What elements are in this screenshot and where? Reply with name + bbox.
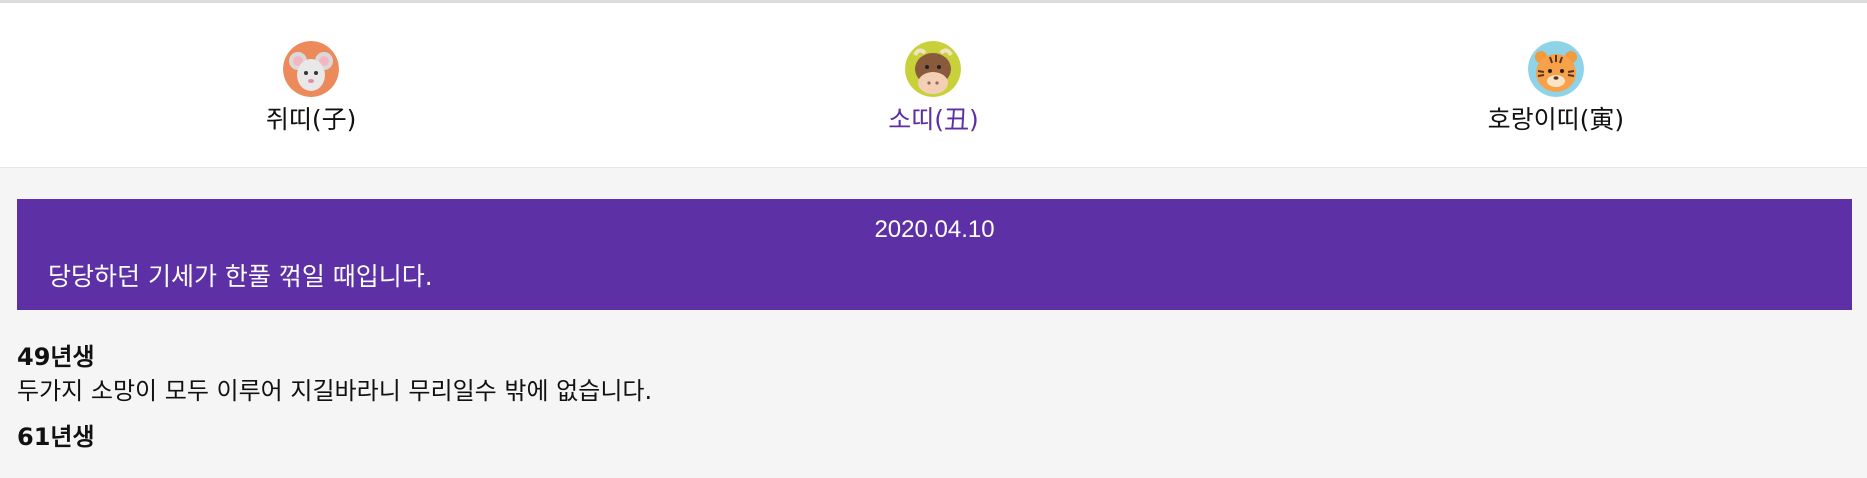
tab-ox[interactable]: 소띠(丑) xyxy=(622,3,1244,135)
tab-label-rat: 쥐띠(子) xyxy=(265,105,357,134)
rat-icon xyxy=(283,41,340,97)
zodiac-tab-bar: 쥐띠(子) 소띠(丑) 호랑이띠(寅) xyxy=(0,3,1867,168)
fortune-date: 2020.04.10 xyxy=(874,216,995,243)
entry-year: 61년생 xyxy=(17,423,95,451)
year-fortune-list: 49년생 두가지 소망이 모두 이루어 지길바라니 무리일수 밖에 없습니다. … xyxy=(0,310,1867,454)
list-item: 49년생 두가지 소망이 모두 이루어 지길바라니 무리일수 밖에 없습니다. xyxy=(17,340,1867,408)
entry-year: 49년생 xyxy=(17,343,95,371)
fortune-banner: 2020.04.10 당당하던 기세가 한풀 꺾일 때입니다. xyxy=(17,199,1852,310)
tab-label-tiger: 호랑이띠(寅) xyxy=(1487,105,1625,134)
tab-tiger[interactable]: 호랑이띠(寅) xyxy=(1245,3,1867,135)
fortune-message: 당당하던 기세가 한풀 꺾일 때입니다. xyxy=(48,262,433,291)
ox-icon xyxy=(905,41,962,97)
entry-text: 두가지 소망이 모두 이루어 지길바라니 무리일수 밖에 없습니다. xyxy=(17,377,653,405)
tab-label-ox: 소띠(丑) xyxy=(888,105,979,134)
list-item: 61년생 xyxy=(17,420,1867,454)
tiger-icon xyxy=(1527,41,1584,97)
tab-rat[interactable]: 쥐띠(子) xyxy=(0,3,622,135)
